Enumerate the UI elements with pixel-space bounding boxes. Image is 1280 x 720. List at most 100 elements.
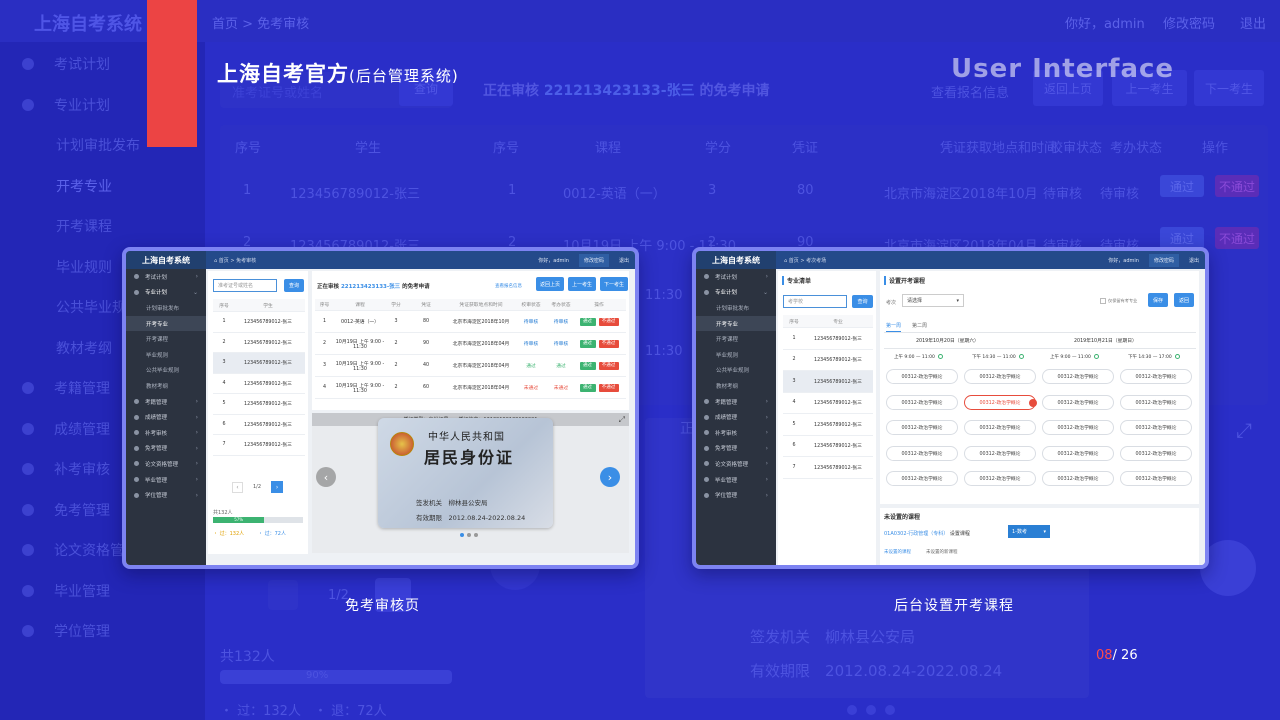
s2-keep-checkbox[interactable]: [1100, 298, 1106, 304]
list-item[interactable]: 6 123456789012-张三: [213, 415, 305, 435]
s2-save-button[interactable]: 保存: [1148, 293, 1168, 307]
sidebar-item[interactable]: 专业计划 ⌄: [126, 285, 206, 301]
course-pill[interactable]: 00312-政治学概论: [886, 445, 958, 461]
sidebar-item[interactable]: 考试计划 ›: [696, 269, 776, 285]
s1-prev-student-button[interactable]: 上一考生: [568, 277, 596, 291]
sidebar-item[interactable]: 免考管理 ›: [696, 441, 776, 457]
list-item[interactable]: 3 123456789012-张三: [783, 371, 873, 393]
sidebar-item[interactable]: 免考管理 ›: [126, 441, 206, 457]
sidebar-item[interactable]: 计划审批发布: [696, 300, 776, 316]
s2-search-button[interactable]: 查询: [852, 295, 873, 308]
list-item[interactable]: 5 123456789012-张三: [213, 394, 305, 415]
reject-button[interactable]: 不通过: [598, 383, 619, 392]
s1-next-arrow[interactable]: ›: [600, 467, 620, 487]
sidebar-item[interactable]: 学位管理 ›: [696, 487, 776, 503]
course-pill[interactable]: 00312-政治学概论: [1120, 394, 1192, 410]
list-item[interactable]: 2 123456789012-张三: [783, 350, 873, 371]
sidebar-item[interactable]: 公共毕业规则: [126, 363, 206, 379]
sidebar-item[interactable]: 公共毕业规则: [696, 363, 776, 379]
sidebar-item[interactable]: 计划审批发布: [126, 300, 206, 316]
sidebar-item[interactable]: 考籍管理 ›: [126, 394, 206, 410]
sidebar-item[interactable]: 毕业管理 ›: [126, 472, 206, 488]
course-pill[interactable]: 00312-政治学概论: [1042, 394, 1114, 410]
s1-view-info-link[interactable]: 查看报名信息: [495, 283, 522, 289]
s2-change-password[interactable]: 修改密码: [1148, 253, 1179, 267]
reject-button[interactable]: 不通过: [598, 339, 619, 348]
course-pill[interactable]: 00312-政治学概论: [1042, 471, 1114, 487]
course-pill[interactable]: 00312-政治学概论: [1042, 369, 1114, 384]
list-item[interactable]: 3 123456789012-张三: [213, 353, 305, 374]
list-item[interactable]: 5 123456789012-张三: [783, 414, 873, 436]
sidebar-item[interactable]: 成绩管理 ›: [126, 409, 206, 425]
course-pill[interactable]: 00312-政治学概论: [886, 420, 958, 436]
bg-sidebar-label: 补考审核: [54, 462, 110, 478]
course-pill[interactable]: 00312-政治学概论: [1120, 445, 1192, 461]
s1-prev-arrow[interactable]: ‹: [316, 467, 336, 487]
sidebar-item[interactable]: 补考审核 ›: [126, 425, 206, 441]
course-pill[interactable]: 00312-政治学概论: [886, 369, 958, 384]
list-item[interactable]: 7 123456789012-张三: [213, 435, 305, 456]
pass-button[interactable]: 通过: [579, 383, 596, 392]
course-pill[interactable]: 00312-政治学概论: [964, 369, 1036, 384]
list-item[interactable]: 6 123456789012-张三: [783, 436, 873, 457]
sidebar-item[interactable]: 论文资格管理 ›: [126, 456, 206, 472]
pass-button[interactable]: 通过: [579, 317, 596, 326]
pass-button[interactable]: 通过: [579, 361, 596, 370]
sidebar-item[interactable]: 成绩管理 ›: [696, 409, 776, 425]
sidebar-item[interactable]: 教材考纲: [126, 378, 206, 394]
s1-page-next[interactable]: ›: [271, 481, 284, 493]
course-pill[interactable]: 00312-政治学概论: [886, 394, 958, 410]
sidebar-item[interactable]: 开考课程: [696, 331, 776, 347]
sidebar-item[interactable]: 开考专业: [696, 315, 776, 332]
course-pill[interactable]: 00312-政治学概论: [964, 471, 1036, 487]
s1-page-prev[interactable]: ‹: [232, 481, 243, 493]
sidebar-item[interactable]: 专业计划 ⌄: [696, 285, 776, 301]
list-item[interactable]: 1 123456789012-张三: [213, 312, 305, 333]
tab-week-1[interactable]: 第一周: [886, 322, 902, 332]
sidebar-item[interactable]: 毕业管理 ›: [696, 472, 776, 488]
course-pill[interactable]: 00312-政治学概论: [1042, 420, 1114, 436]
sidebar-item[interactable]: 考籍管理 ›: [696, 394, 776, 410]
sidebar-item[interactable]: 教材考纲: [696, 378, 776, 394]
tab-unset-new-courses[interactable]: 未设置的新课程: [926, 549, 958, 555]
s2-unset-select[interactable]: 1-数考 ▾: [1008, 525, 1050, 538]
course-pill[interactable]: 00312-政治学概论: [964, 445, 1036, 461]
remove-icon[interactable]: [1029, 398, 1037, 407]
s2-exam-select[interactable]: 请选择 ▾: [902, 294, 964, 307]
sidebar-item[interactable]: 毕业规则: [696, 347, 776, 363]
list-item[interactable]: 2 123456789012-张三: [213, 333, 305, 353]
s1-back-button[interactable]: 返回上页: [536, 277, 564, 291]
s1-change-password[interactable]: 修改密码: [578, 253, 609, 267]
sidebar-item[interactable]: 补考审核 ›: [696, 425, 776, 441]
list-item[interactable]: 7 123456789012-张三: [783, 457, 873, 479]
course-pill[interactable]: 00312-政治学概论: [1042, 445, 1114, 461]
sidebar-item[interactable]: 考试计划 ›: [126, 269, 206, 285]
s1-expand-icon[interactable]: ⤢: [619, 415, 625, 425]
sidebar-item[interactable]: 开考课程: [126, 331, 206, 347]
pass-button[interactable]: 通过: [579, 339, 596, 348]
s1-next-student-button[interactable]: 下一考生: [600, 277, 628, 291]
course-pill[interactable]: 00312-政治学概论: [964, 420, 1036, 436]
course-pill[interactable]: 00312-政治学概论: [1120, 369, 1192, 384]
list-item[interactable]: 1 123456789012-张三: [783, 328, 873, 350]
list-item[interactable]: 4 123456789012-张三: [783, 393, 873, 414]
sidebar-item[interactable]: 开考专业: [126, 315, 206, 332]
reject-button[interactable]: 不通过: [598, 317, 619, 326]
sidebar-item[interactable]: 毕业规则: [126, 347, 206, 363]
s2-logout[interactable]: 退出: [1189, 257, 1199, 264]
course-pill[interactable]: 00312-政治学概论: [886, 471, 958, 487]
s1-logout[interactable]: 退出: [619, 257, 629, 264]
course-pill[interactable]: 00312-政治学概论: [1120, 420, 1192, 436]
list-item[interactable]: 4 123456789012-张三: [213, 374, 305, 394]
s1-search-button[interactable]: 查询: [284, 279, 304, 292]
sidebar-item[interactable]: 论文资格管理 ›: [696, 456, 776, 472]
s2-search-input[interactable]: 考学校: [783, 295, 847, 308]
tab-week-2[interactable]: 第二周: [912, 322, 927, 329]
reject-button[interactable]: 不通过: [598, 361, 619, 370]
course-pill[interactable]: 00312-政治学概论: [964, 394, 1036, 410]
tab-unset-courses[interactable]: 未设置的课程: [884, 549, 911, 555]
s2-back-button[interactable]: 返回: [1174, 293, 1194, 307]
course-pill[interactable]: 00312-政治学概论: [1120, 471, 1192, 487]
s1-search-input[interactable]: 准考证号或姓名: [213, 279, 277, 292]
sidebar-item[interactable]: 学位管理 ›: [126, 487, 206, 503]
